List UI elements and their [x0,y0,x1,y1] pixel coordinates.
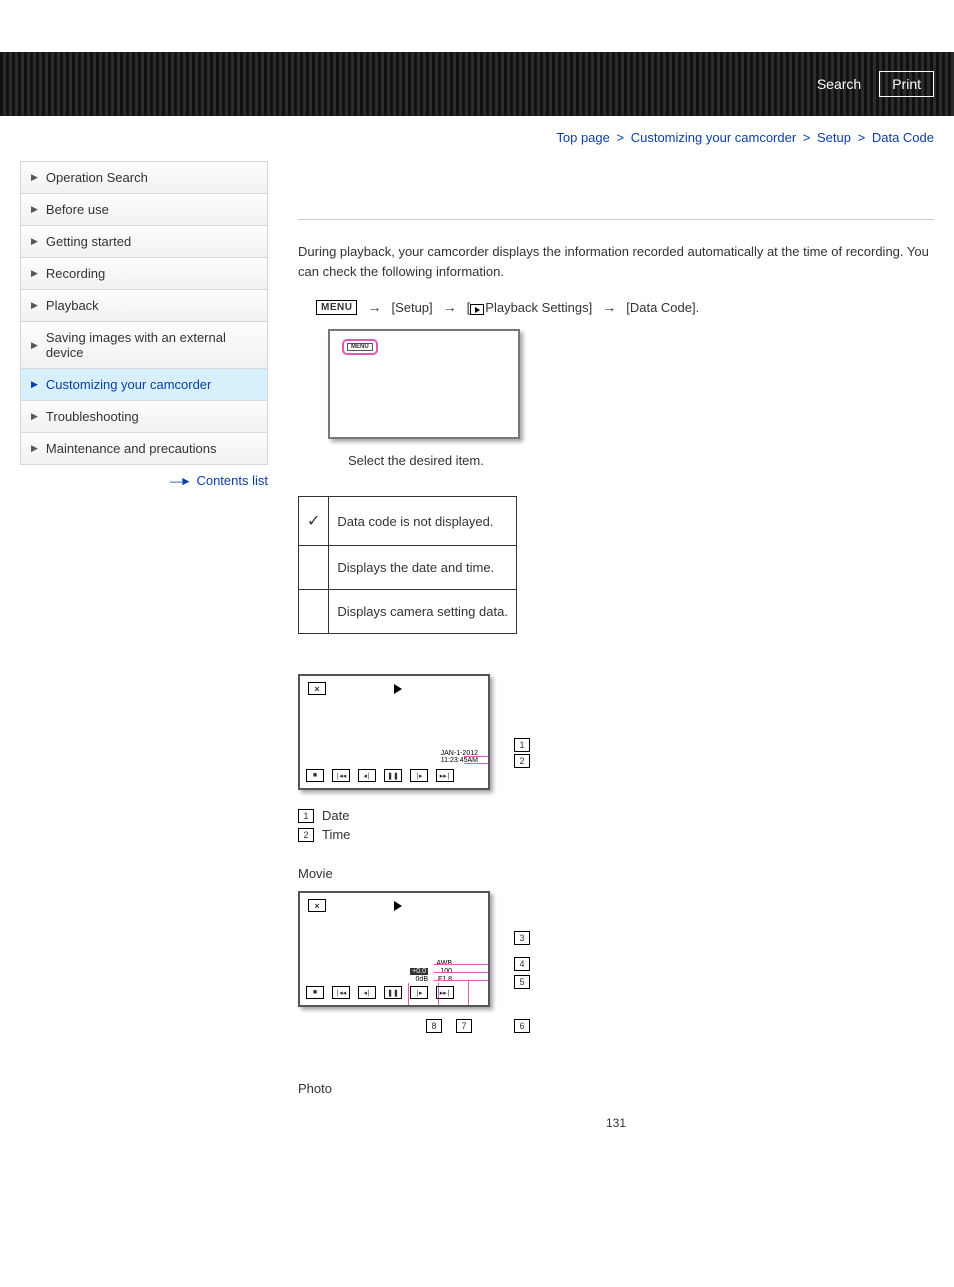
table-row: Displays the date and time. [299,546,517,590]
callout-5: 5 [514,975,530,989]
next-icon: ▸▸∣ [436,986,454,999]
options-table: ✓ Data code is not displayed. Displays t… [298,496,517,634]
option-date-time: Displays the date and time. [329,546,517,590]
play-icon [394,684,402,694]
prev-icon: ∣◂◂ [332,986,350,999]
overlay-db: 0dB [416,976,428,983]
menu-icon: MENU [316,300,357,315]
prev-icon: ∣◂◂ [332,769,350,782]
intro-text: During playback, your camcorder displays… [298,242,934,281]
checkmark-icon: ✓ [299,497,329,546]
sidebar-item-maintenance[interactable]: ▶Maintenance and precautions [21,433,267,464]
menu-path: MENU → [Setup] → [Playback Settings] → [… [316,299,934,315]
search-link[interactable]: Search [811,72,867,96]
main-content: During playback, your camcorder displays… [298,151,934,1130]
option-off: Data code is not displayed. [329,497,517,546]
sidebar-item-troubleshooting[interactable]: ▶Troubleshooting [21,401,267,432]
contents-list-link[interactable]: Contents list [196,473,268,488]
pause-icon: ❚❚ [384,986,402,999]
play-icon [394,901,402,911]
crumb-customizing[interactable]: Customizing your camcorder [631,130,796,145]
slow-rev-icon: ◂∣ [358,986,376,999]
playback-buttons: ■ ∣◂◂ ◂∣ ❚❚ ∣▸ ▸▸∣ [306,986,454,999]
lcd-illustration-menu: MENU [328,329,520,439]
legend-marker-2: 2 [298,828,314,842]
print-button[interactable]: Print [879,71,934,97]
menu-chip-highlight: MENU [342,339,378,355]
callout-2: 2 [514,754,530,768]
callout-1: 1 [514,738,530,752]
table-row: Displays camera setting data. [299,590,517,634]
close-icon: × [308,682,326,695]
crumb-top[interactable]: Top page [556,130,610,145]
lcd-illustration-movie: × AWB 100 F1.8 +0.0 0dB ■ ∣◂◂ [298,891,490,1007]
lcd-illustration-datetime: × JAN-1-2012 11:23:45AM ■ ∣◂◂ ◂∣ ❚❚ ∣▸ [298,674,490,790]
slow-fwd-icon: ∣▸ [410,769,428,782]
overlay-ev: +0.0 [410,968,428,975]
callout-6: 6 [514,1019,530,1033]
sidebar-item-saving-images[interactable]: ▶Saving images with an external device [21,322,267,368]
caption-select-item: Select the desired item. [348,453,934,468]
sidebar-item-customizing[interactable]: ▶Customizing your camcorder [21,369,267,400]
arrow-right-icon: —► [170,474,190,488]
sidebar: ▶Operation Search ▶Before use ▶Getting s… [20,161,268,1130]
top-banner: Search Print [0,52,954,116]
heading-photo: Photo [298,1081,934,1096]
path-data-code: [Data Code]. [626,300,699,315]
crumb-setup[interactable]: Setup [817,130,851,145]
legend-datetime: 1 Date 2 Time [298,808,934,842]
slow-rev-icon: ◂∣ [358,769,376,782]
heading-movie: Movie [298,866,934,881]
callout-8: 8 [426,1019,442,1033]
breadcrumb: Top page > Customizing your camcorder > … [0,116,954,151]
path-playback-settings: [Playback Settings] [467,300,593,315]
stop-icon: ■ [306,769,324,782]
sidebar-item-playback[interactable]: ▶Playback [21,290,267,321]
arrow-icon: → [602,299,616,315]
stop-icon: ■ [306,986,324,999]
play-icon [470,304,484,315]
sidebar-item-recording[interactable]: ▶Recording [21,258,267,289]
legend-time: Time [322,827,350,842]
callout-7: 7 [456,1019,472,1033]
close-icon: × [308,899,326,912]
slow-fwd-icon: ∣▸ [410,986,428,999]
page-number: 131 [298,1116,934,1130]
playback-buttons: ■ ∣◂◂ ◂∣ ❚❚ ∣▸ ▸▸∣ [306,769,454,782]
option-camera-data: Displays camera setting data. [329,590,517,634]
callout-3: 3 [514,931,530,945]
crumb-current: Data Code [872,130,934,145]
path-setup: [Setup] [391,300,432,315]
arrow-icon: → [443,299,457,315]
pause-icon: ❚❚ [384,769,402,782]
next-icon: ▸▸∣ [436,769,454,782]
table-row: ✓ Data code is not displayed. [299,497,517,546]
legend-date: Date [322,808,349,823]
arrow-icon: → [367,299,381,315]
sidebar-item-operation-search[interactable]: ▶Operation Search [21,162,267,193]
sidebar-item-getting-started[interactable]: ▶Getting started [21,226,267,257]
legend-marker-1: 1 [298,809,314,823]
callout-4: 4 [514,957,530,971]
sidebar-item-before-use[interactable]: ▶Before use [21,194,267,225]
